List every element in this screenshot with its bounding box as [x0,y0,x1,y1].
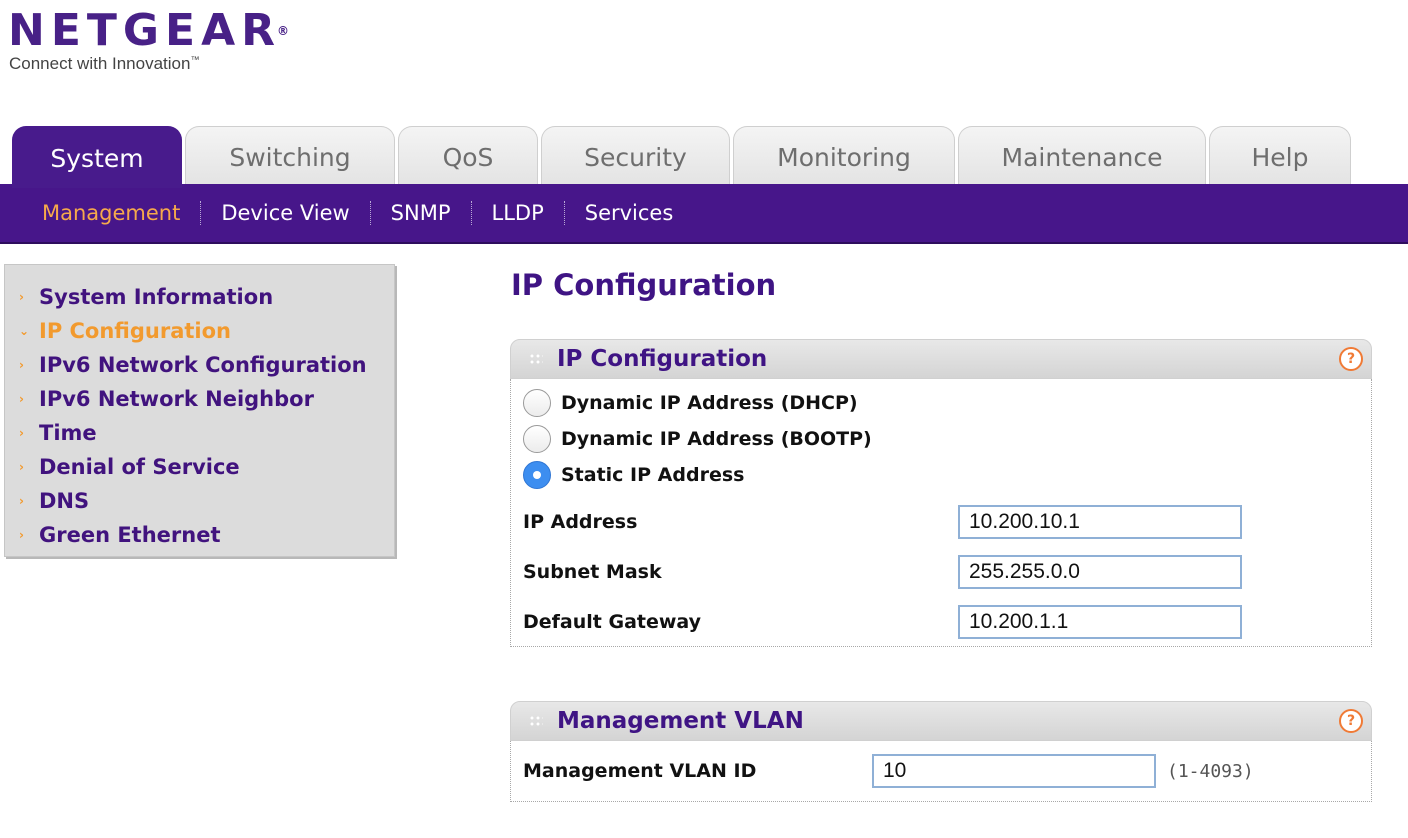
panel-body: Dynamic IP Address (DHCP) Dynamic IP Add… [510,379,1372,647]
sidebar-item-denial-of-service[interactable]: › Denial of Service [5,450,394,484]
subnet-mask-input[interactable] [958,555,1242,589]
drag-grip-icon[interactable] [529,715,543,727]
sidebar-item-label: IP Configuration [39,319,231,343]
help-icon[interactable]: ? [1339,347,1363,371]
logo-wordmark: NETGEAR [8,5,281,56]
sidebar-item-label: System Information [39,285,274,309]
help-icon[interactable]: ? [1339,709,1363,733]
sidebar-item-label: IPv6 Network Neighbor [39,387,314,411]
sidebar-item-label: IPv6 Network Configuration [39,353,367,377]
management-vlan-panel: Management VLAN ? Management VLAN ID (1-… [510,701,1372,802]
page-title: IP Configuration [511,268,777,302]
panel-header: Management VLAN ? [510,701,1372,741]
ip-configuration-panel: IP Configuration ? Dynamic IP Address (D… [510,339,1372,647]
sidebar-item-ip-configuration[interactable]: ⌄ IP Configuration [5,314,394,348]
sidebar-item-system-information[interactable]: › System Information [5,280,394,314]
subnav-divider [200,201,202,225]
chevron-right-icon: › [19,426,24,440]
radio-label: Static IP Address [561,464,745,486]
sidebar-menu: › System Information ⌄ IP Configuration … [4,264,395,557]
drag-grip-icon[interactable] [529,353,543,365]
panel-header: IP Configuration ? [510,339,1372,379]
tab-system[interactable]: System [12,126,182,188]
panel-body: Management VLAN ID (1-4093) [510,741,1372,802]
field-label: IP Address [523,511,638,533]
field-label: Subnet Mask [523,561,662,583]
bootp-radio[interactable] [523,425,551,453]
chevron-right-icon: › [19,528,24,542]
static-ip-radio[interactable] [523,461,551,489]
default-gateway-row: Default Gateway [511,597,1371,647]
ip-address-row: IP Address [511,497,1371,547]
subnav-services[interactable]: Services [585,201,674,225]
tab-maintenance[interactable]: Maintenance [958,126,1206,186]
sidebar-item-green-ethernet[interactable]: › Green Ethernet [5,518,394,552]
sidebar-item-label: Time [39,421,97,445]
chevron-right-icon: › [19,494,24,508]
radio-label: Dynamic IP Address (BOOTP) [561,428,872,450]
bootp-option[interactable]: Dynamic IP Address (BOOTP) [511,421,1371,457]
subnet-mask-row: Subnet Mask [511,547,1371,597]
tab-monitoring[interactable]: Monitoring [733,126,955,186]
field-label: Management VLAN ID [523,760,757,782]
subnav-divider [470,201,472,225]
panel-title: IP Configuration [557,346,768,372]
panel-title: Management VLAN [557,708,804,734]
sub-navigation-bar: Management Device View SNMP LLDP Service… [0,184,1408,244]
sidebar-item-time[interactable]: › Time [5,416,394,450]
registered-mark: ® [277,24,289,38]
logo-tagline: Connect with Innovation [9,54,191,73]
trademark-mark: ™ [190,54,200,65]
radio-label: Dynamic IP Address (DHCP) [561,392,858,414]
default-gateway-input[interactable] [958,605,1242,639]
subnav-lldp[interactable]: LLDP [492,201,544,225]
sidebar-item-dns[interactable]: › DNS [5,484,394,518]
chevron-right-icon: › [19,290,24,304]
ip-address-input[interactable] [958,505,1242,539]
chevron-right-icon: › [19,392,24,406]
subnav-divider [369,201,371,225]
dhcp-option[interactable]: Dynamic IP Address (DHCP) [511,385,1371,421]
tab-security[interactable]: Security [541,126,730,186]
tab-help[interactable]: Help [1209,126,1351,186]
chevron-right-icon: › [19,358,24,372]
dhcp-radio[interactable] [523,389,551,417]
sidebar-item-label: Green Ethernet [39,523,221,547]
chevron-down-icon: ⌄ [19,324,30,338]
sidebar-item-label: Denial of Service [39,455,240,479]
tab-qos[interactable]: QoS [398,126,538,186]
sidebar-item-ipv6-network-configuration[interactable]: › IPv6 Network Configuration [5,348,394,382]
main-tab-bar: System Switching QoS Security Monitoring… [0,126,1408,188]
subnav-snmp[interactable]: SNMP [391,201,451,225]
sidebar-item-ipv6-network-neighbor[interactable]: › IPv6 Network Neighbor [5,382,394,416]
subnav-device-view[interactable]: Device View [221,201,349,225]
vlan-id-input[interactable] [872,754,1156,788]
sidebar-item-label: DNS [39,489,90,513]
netgear-logo: NETGEAR® Connect with Innovation™ [8,6,289,74]
subnav-divider [563,201,565,225]
vlan-range-hint: (1-4093) [1167,760,1254,782]
subnav-management[interactable]: Management [42,201,180,225]
static-ip-option[interactable]: Static IP Address [511,457,1371,493]
vlan-id-row: Management VLAN ID (1-4093) [511,741,1371,801]
tab-switching[interactable]: Switching [185,126,395,186]
chevron-right-icon: › [19,460,24,474]
field-label: Default Gateway [523,611,702,633]
